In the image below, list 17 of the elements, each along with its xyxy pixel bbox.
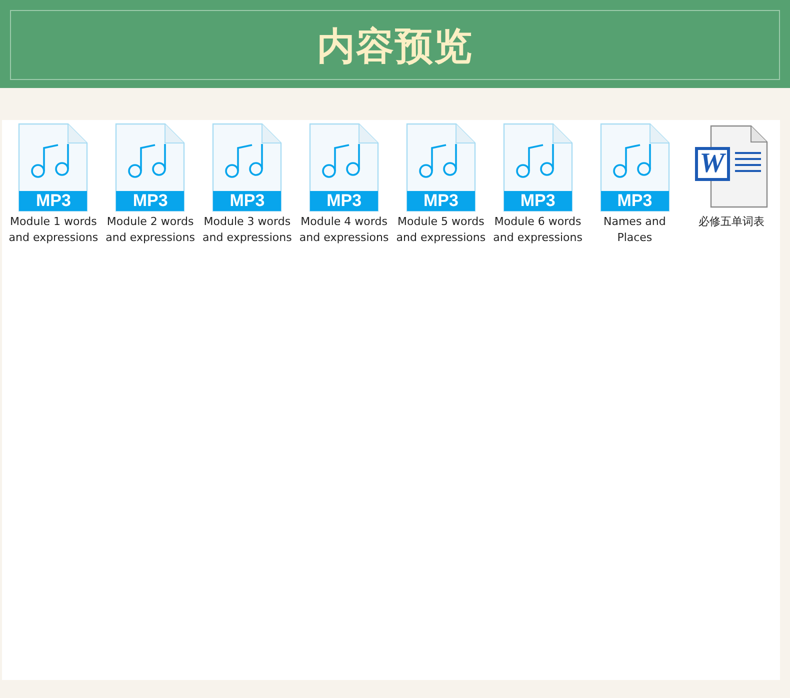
word-logo: W: [694, 147, 730, 181]
file-name[interactable]: 必修五单词表: [686, 214, 778, 230]
file-type-label: MP3: [310, 191, 378, 211]
file-name[interactable]: Module 5 words and expressions: [394, 214, 487, 245]
file-name[interactable]: Names and Places: [588, 214, 681, 245]
page-title: 内容预览: [317, 22, 473, 70]
file-name[interactable]: Module 1 words and expressions: [7, 214, 100, 245]
file-name[interactable]: Module 6 words and expressions: [492, 214, 584, 245]
file-name[interactable]: Module 2 words and expressions: [104, 214, 196, 245]
file-type-label: MP3: [504, 191, 572, 211]
file-type-label: MP3: [116, 191, 184, 211]
file-type-label: MP3: [406, 191, 475, 211]
file-name[interactable]: Module 3 words and expressions: [201, 214, 294, 245]
file-type-label: MP3: [19, 191, 88, 211]
file-type-label: MP3: [600, 191, 669, 211]
file-name[interactable]: Module 4 words and expressions: [298, 214, 390, 245]
file-type-label: MP3: [213, 191, 282, 211]
